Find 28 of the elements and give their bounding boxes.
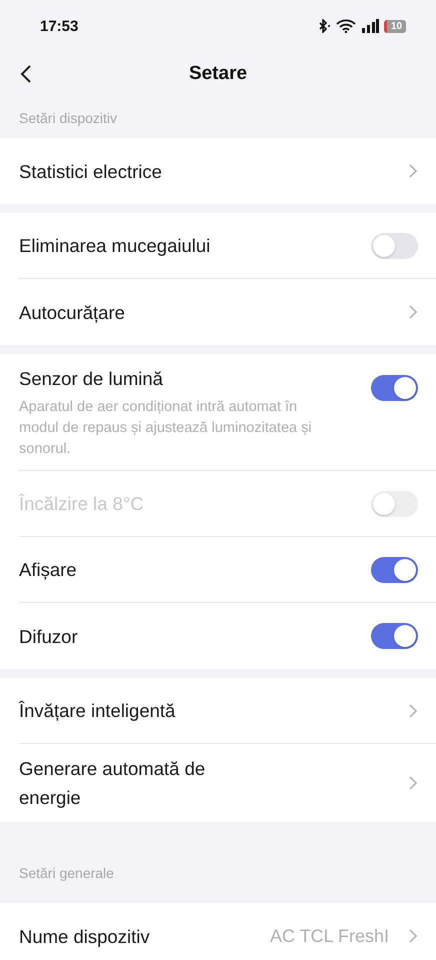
section-label: Setări generale bbox=[19, 865, 114, 881]
setting-label: Eliminarea mucegaiului bbox=[19, 234, 212, 258]
chevron-icon[interactable] bbox=[409, 704, 418, 718]
setting-label: Difuzor bbox=[19, 624, 79, 648]
wifi-icon bbox=[336, 19, 356, 33]
signal-icon bbox=[361, 19, 379, 33]
page-title: Setare bbox=[188, 63, 248, 85]
bluetooth-icon bbox=[317, 19, 331, 33]
section-label: Setări dispozitiv bbox=[19, 110, 118, 126]
battery-icon: 10 bbox=[384, 20, 406, 32]
chevron-icon[interactable] bbox=[409, 305, 418, 319]
chevron-icon[interactable] bbox=[409, 164, 418, 178]
setting-label: Generare automată de energie bbox=[19, 757, 206, 810]
setting-value: AC TCL FreshI bbox=[270, 926, 389, 946]
toggle-switch[interactable] bbox=[371, 232, 418, 258]
setting-label: Senzor de lumină bbox=[19, 367, 164, 391]
chevron-icon[interactable] bbox=[409, 929, 418, 943]
setting-label: Statistici electrice bbox=[19, 160, 163, 184]
chevron-icon[interactable] bbox=[409, 776, 418, 790]
setting-label: Nume dispozitiv bbox=[19, 924, 151, 949]
setting-description: Aparatul de aer condiționat intră automat în modul de repaus și ajustează luminozitatea și sonorul. bbox=[19, 398, 313, 459]
toggle-switch[interactable] bbox=[371, 556, 418, 582]
setting-label: Învățare inteligentă bbox=[19, 699, 176, 723]
clock-time: 17:53 bbox=[40, 18, 80, 34]
toggle-switch[interactable] bbox=[371, 623, 418, 649]
setting-label: Afișare bbox=[19, 558, 78, 582]
toggle-switch[interactable] bbox=[371, 375, 418, 401]
setting-label: Autocurățare bbox=[19, 300, 126, 325]
